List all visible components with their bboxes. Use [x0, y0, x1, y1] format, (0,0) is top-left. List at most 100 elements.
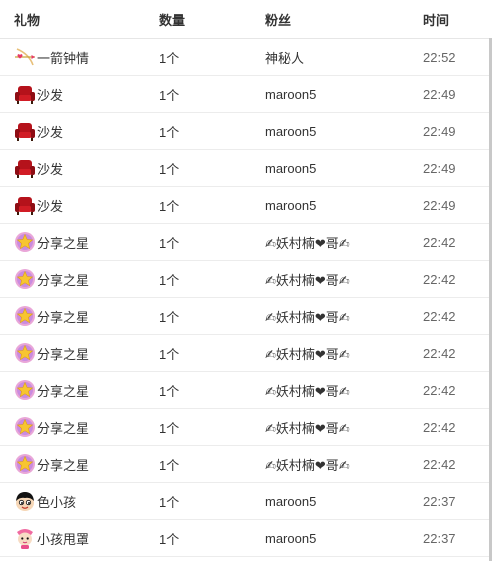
fan-cell: maroon5	[265, 86, 317, 102]
quantity-cell: 1个	[159, 87, 180, 103]
table-row: 分享之星 1个 ✍妖村楠❤哥✍ 22:42	[0, 335, 492, 372]
table-row: 沙发 1个 maroon5 22:49	[0, 113, 492, 150]
cartoon-girl-icon	[14, 527, 36, 549]
gift-name: 沙发	[37, 87, 64, 103]
time-cell: 22:49	[423, 197, 456, 213]
gift-cell: 沙发	[0, 120, 159, 142]
table-header: 礼物 数量 粉丝 时间	[0, 0, 492, 39]
gift-cell: 小孩甩罩	[0, 527, 159, 549]
fan-cell: ✍妖村楠❤哥✍	[265, 309, 350, 325]
header-quantity: 数量	[159, 12, 186, 28]
time-cell: 22:49	[423, 160, 456, 176]
gift-cell: 分享之星	[0, 231, 159, 253]
time-cell: 22:42	[423, 419, 456, 435]
table-row: 分享之星 1个 ✍妖村楠❤哥✍ 22:42	[0, 409, 492, 446]
gift-name: 分享之星	[37, 272, 90, 288]
gift-cell: 分享之星	[0, 342, 159, 364]
time-cell: 22:42	[423, 456, 456, 472]
gift-cell: 沙发	[0, 194, 159, 216]
quantity-cell: 1个	[159, 420, 180, 436]
gift-name: 一箭钟情	[37, 50, 90, 66]
quantity-cell: 1个	[159, 272, 180, 288]
table-row: 沙发 1个 maroon5 22:49	[0, 150, 492, 187]
table-row: 沙发 1个 maroon5 22:49	[0, 187, 492, 224]
cupid-arrow-icon	[14, 46, 36, 68]
time-cell: 22:42	[423, 271, 456, 287]
star-icon	[14, 342, 36, 364]
fan-cell: ✍妖村楠❤哥✍	[265, 383, 350, 399]
fan-cell: maroon5	[265, 197, 317, 213]
star-icon	[14, 305, 36, 327]
table-body: 一箭钟情 1个 神秘人 22:52 沙发 1个 maroon5 22:49 沙发 1个 maroon…	[0, 39, 492, 557]
quantity-cell: 1个	[159, 124, 180, 140]
star-icon	[14, 231, 36, 253]
gift-name: 分享之星	[37, 457, 90, 473]
time-cell: 22:37	[423, 493, 456, 509]
quantity-cell: 1个	[159, 198, 180, 214]
table-row: 分享之星 1个 ✍妖村楠❤哥✍ 22:42	[0, 372, 492, 409]
quantity-cell: 1个	[159, 50, 180, 66]
time-cell: 22:49	[423, 86, 456, 102]
header-fan: 粉丝	[265, 12, 292, 28]
gift-name: 沙发	[37, 124, 64, 140]
gift-name: 分享之星	[37, 235, 90, 251]
star-icon	[14, 379, 36, 401]
gift-name: 沙发	[37, 161, 64, 177]
sofa-icon	[14, 194, 36, 216]
gift-cell: 分享之星	[0, 416, 159, 438]
gift-cell: 分享之星	[0, 453, 159, 475]
star-icon	[14, 416, 36, 438]
table-row: 一箭钟情 1个 神秘人 22:52	[0, 39, 492, 76]
gift-name: 分享之星	[37, 346, 90, 362]
quantity-cell: 1个	[159, 161, 180, 177]
quantity-cell: 1个	[159, 383, 180, 399]
gift-cell: 分享之星	[0, 268, 159, 290]
quantity-cell: 1个	[159, 309, 180, 325]
fan-cell: ✍妖村楠❤哥✍	[265, 272, 350, 288]
quantity-cell: 1个	[159, 235, 180, 251]
fan-cell: maroon5	[265, 123, 317, 139]
quantity-cell: 1个	[159, 531, 180, 547]
sofa-icon	[14, 157, 36, 179]
fan-cell: ✍妖村楠❤哥✍	[265, 420, 350, 436]
gift-cell: 沙发	[0, 157, 159, 179]
gift-cell: 沙发	[0, 83, 159, 105]
star-icon	[14, 453, 36, 475]
quantity-cell: 1个	[159, 457, 180, 473]
gift-cell: 分享之星	[0, 305, 159, 327]
sofa-icon	[14, 83, 36, 105]
table-row: 分享之星 1个 ✍妖村楠❤哥✍ 22:42	[0, 298, 492, 335]
table-row: 分享之星 1个 ✍妖村楠❤哥✍ 22:42	[0, 261, 492, 298]
sofa-icon	[14, 120, 36, 142]
quantity-cell: 1个	[159, 494, 180, 510]
fan-cell: 神秘人	[265, 50, 305, 66]
table-row: 分享之星 1个 ✍妖村楠❤哥✍ 22:42	[0, 446, 492, 483]
fan-cell: maroon5	[265, 493, 317, 509]
quantity-cell: 1个	[159, 346, 180, 362]
time-cell: 22:42	[423, 345, 456, 361]
star-icon	[14, 268, 36, 290]
fan-cell: maroon5	[265, 530, 317, 546]
fan-cell: maroon5	[265, 160, 317, 176]
cartoon-boy-icon	[14, 490, 36, 512]
table-row: 沙发 1个 maroon5 22:49	[0, 76, 492, 113]
gift-name: 分享之星	[37, 309, 90, 325]
time-cell: 22:52	[423, 49, 456, 65]
gift-cell: 分享之星	[0, 379, 159, 401]
gift-name: 小孩甩罩	[37, 531, 90, 547]
gift-name: 分享之星	[37, 383, 90, 399]
gift-cell: 色小孩	[0, 490, 159, 512]
table-row: 小孩甩罩 1个 maroon5 22:37	[0, 520, 492, 557]
table-row: 色小孩 1个 maroon5 22:37	[0, 483, 492, 520]
time-cell: 22:49	[423, 123, 456, 139]
gift-name: 色小孩	[37, 494, 77, 510]
table-row: 分享之星 1个 ✍妖村楠❤哥✍ 22:42	[0, 224, 492, 261]
time-cell: 22:42	[423, 382, 456, 398]
time-cell: 22:37	[423, 530, 456, 546]
fan-cell: ✍妖村楠❤哥✍	[265, 457, 350, 473]
gift-name: 分享之星	[37, 420, 90, 436]
gift-cell: 一箭钟情	[0, 46, 159, 68]
header-gift: 礼物	[14, 12, 41, 28]
gift-name: 沙发	[37, 198, 64, 214]
header-time: 时间	[423, 12, 450, 28]
